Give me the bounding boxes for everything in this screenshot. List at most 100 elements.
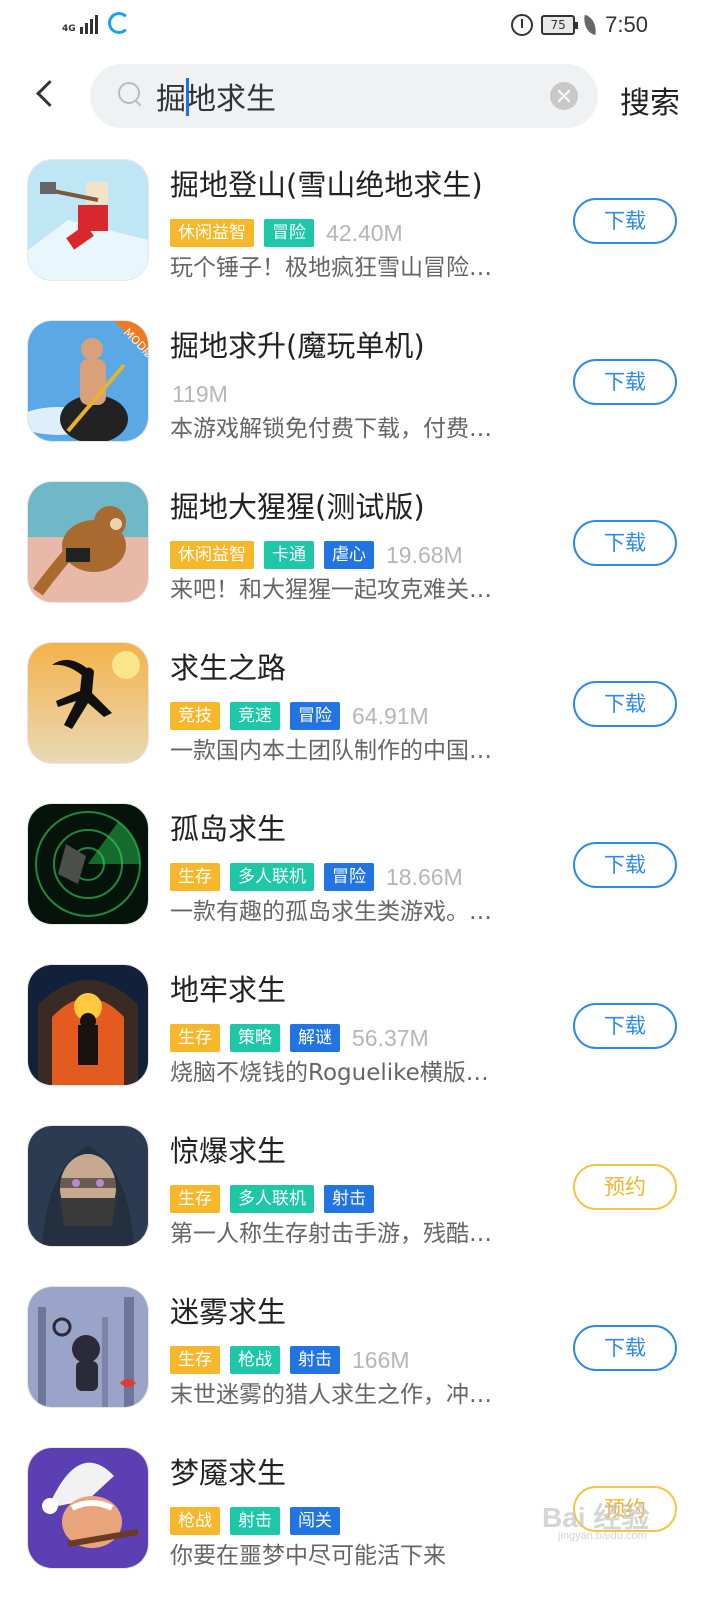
download-button[interactable]: 下载 bbox=[573, 681, 677, 727]
clear-icon[interactable] bbox=[550, 82, 578, 110]
radar-icon[interactable] bbox=[28, 804, 148, 924]
man-in-pot-icon[interactable]: MOD版 bbox=[28, 321, 148, 441]
dungeon-torch-icon[interactable] bbox=[28, 965, 148, 1085]
category-tag: 虐心 bbox=[324, 541, 374, 569]
category-tag: 冒险 bbox=[324, 863, 374, 891]
app-meta: 生存 多人联机 冒险 18.66M bbox=[170, 862, 463, 892]
search-input[interactable] bbox=[156, 74, 536, 118]
app-description: 玩个锤子！极地疯狂雪山冒险… bbox=[170, 255, 492, 281]
category-tag: 竞速 bbox=[230, 702, 280, 730]
app-description: 来吧！和大猩猩一起攻克难关… bbox=[170, 577, 492, 603]
app-description: 烧脑不烧钱的Roguelike横版… bbox=[170, 1060, 489, 1086]
app-meta: 休闲益智 冒险 42.40M bbox=[170, 218, 403, 248]
search-header: 搜索 bbox=[0, 56, 720, 136]
category-tag: 多人联机 bbox=[230, 1185, 314, 1213]
app-name[interactable]: 梦魇求生 bbox=[170, 1450, 286, 1492]
category-tag: 多人联机 bbox=[230, 863, 314, 891]
app-size: 18.66M bbox=[386, 863, 463, 890]
download-button[interactable]: 下载 bbox=[573, 1003, 677, 1049]
masked-soldier-icon[interactable] bbox=[28, 1126, 148, 1246]
gnome-wizard-icon[interactable] bbox=[28, 1448, 148, 1568]
result-item[interactable]: 求生之路竞技 竞速 冒险 64.91M 一款国内本土团队制作的中国… 下载 bbox=[0, 643, 720, 804]
category-tag: 生存 bbox=[170, 1185, 220, 1213]
app-meta: 生存 枪战 射击 166M bbox=[170, 1345, 410, 1375]
mountain-climber-icon[interactable] bbox=[28, 160, 148, 280]
download-button[interactable]: 下载 bbox=[573, 198, 677, 244]
result-item[interactable]: 地牢求生生存 策略 解谜 56.37M 烧脑不烧钱的Roguelike横版… 下载 bbox=[0, 965, 720, 1126]
app-size: 119M bbox=[172, 380, 228, 407]
search-icon bbox=[118, 82, 144, 108]
gorilla-icon[interactable] bbox=[28, 482, 148, 602]
app-size: 56.37M bbox=[352, 1024, 429, 1051]
app-size: 19.68M bbox=[386, 541, 463, 568]
category-tag: 闯关 bbox=[290, 1507, 340, 1535]
app-name[interactable]: 孤岛求生 bbox=[170, 806, 286, 848]
search-button[interactable]: 搜索 bbox=[620, 78, 680, 122]
category-tag: 卡通 bbox=[264, 541, 314, 569]
result-item[interactable]: 惊爆求生生存 多人联机 射击第一人称生存射击手游，残酷… 预约 bbox=[0, 1126, 720, 1287]
download-button[interactable]: 下载 bbox=[573, 842, 677, 888]
foggy-hunter-icon[interactable] bbox=[28, 1287, 148, 1407]
watermark-main: Bai 经验 bbox=[542, 1502, 650, 1533]
app-meta: 119M bbox=[170, 379, 228, 409]
app-meta: 竞技 竞速 冒险 64.91M bbox=[170, 701, 429, 731]
watermark: Bai 经验 jingyan.baidu.com bbox=[542, 1496, 650, 1542]
result-item[interactable]: 掘地大猩猩(测试版) 休闲益智 卡通 虐心 19.68M 来吧！和大猩猩一起攻克难关… 下载 bbox=[0, 482, 720, 643]
category-tag: 生存 bbox=[170, 1346, 220, 1374]
category-tag: 休闲益智 bbox=[170, 541, 254, 569]
network-type: 4G bbox=[62, 24, 76, 34]
search-box[interactable] bbox=[90, 64, 598, 128]
category-tag: 竞技 bbox=[170, 702, 220, 730]
download-button[interactable]: 下载 bbox=[573, 520, 677, 566]
download-button[interactable]: 下载 bbox=[573, 1325, 677, 1371]
result-item[interactable]: 孤岛求生 生存 多人联机 冒险 18.66M 一款有趣的孤岛求生类游戏。… 下载 bbox=[0, 804, 720, 965]
category-tag: 射击 bbox=[230, 1507, 280, 1535]
app-name[interactable]: 掘地登山(雪山绝地求生) bbox=[170, 162, 483, 204]
app-name[interactable]: 求生之路 bbox=[170, 645, 286, 687]
category-tag: 射击 bbox=[290, 1346, 340, 1374]
status-right: 75 7:50 bbox=[511, 12, 648, 38]
category-tag: 枪战 bbox=[170, 1507, 220, 1535]
power-saving-icon bbox=[581, 14, 599, 36]
category-tag: 射击 bbox=[324, 1185, 374, 1213]
app-description: 本游戏解锁免付费下载，付费… bbox=[170, 416, 492, 442]
watermark-sub: jingyan.baidu.com bbox=[558, 1530, 647, 1542]
app-size: 42.40M bbox=[326, 219, 403, 246]
app-meta: 生存 策略 解谜 56.37M bbox=[170, 1023, 429, 1053]
category-tag: 生存 bbox=[170, 1024, 220, 1052]
app-name[interactable]: 迷雾求生 bbox=[170, 1289, 286, 1331]
category-tag: 枪战 bbox=[230, 1346, 280, 1374]
app-description: 你要在噩梦中尽可能活下来 bbox=[170, 1543, 446, 1569]
status-bar: 4G 75 7:50 bbox=[0, 0, 720, 52]
result-list: 掘地登山(雪山绝地求生) 休闲益智 冒险 42.40M 玩个锤子！极地疯狂雪山冒险… 下载… bbox=[0, 160, 720, 1600]
app-name[interactable]: 地牢求生 bbox=[170, 967, 286, 1009]
app-name[interactable]: 惊爆求生 bbox=[170, 1128, 286, 1170]
result-item[interactable]: MOD版 掘地求升(魔玩单机) 119M 本游戏解锁免付费下载，付费… 下载 bbox=[0, 321, 720, 482]
cloud-sync-icon bbox=[108, 12, 130, 34]
category-tag: 休闲益智 bbox=[170, 219, 254, 247]
app-description: 第一人称生存射击手游，残酷… bbox=[170, 1221, 492, 1247]
result-item[interactable]: 迷雾求生生存 枪战 射击 166M 末世迷雾的猎人求生之作，冲… 下载 bbox=[0, 1287, 720, 1448]
app-meta: 枪战 射击 闯关 bbox=[170, 1506, 340, 1536]
category-tag: 冒险 bbox=[264, 219, 314, 247]
app-name[interactable]: 掘地求升(魔玩单机) bbox=[170, 323, 425, 365]
app-size: 166M bbox=[352, 1346, 410, 1373]
app-meta: 休闲益智 卡通 虐心 19.68M bbox=[170, 540, 463, 570]
result-item[interactable]: 掘地登山(雪山绝地求生) 休闲益智 冒险 42.40M 玩个锤子！极地疯狂雪山冒险… 下载 bbox=[0, 160, 720, 321]
app-description: 一款有趣的孤岛求生类游戏。… bbox=[170, 899, 492, 925]
app-description: 一款国内本土团队制作的中国… bbox=[170, 738, 492, 764]
back-button[interactable] bbox=[30, 74, 60, 114]
app-meta: 生存 多人联机 射击 bbox=[170, 1184, 374, 1214]
running-silhouette-icon[interactable] bbox=[28, 643, 148, 763]
clock: 7:50 bbox=[605, 12, 648, 37]
alarm-icon bbox=[511, 14, 534, 36]
category-tag: 解谜 bbox=[290, 1024, 340, 1052]
signal-icon bbox=[80, 12, 98, 34]
app-description: 末世迷雾的猎人求生之作，冲… bbox=[170, 1382, 492, 1408]
app-name[interactable]: 掘地大猩猩(测试版) bbox=[170, 484, 425, 526]
category-tag: 冒险 bbox=[290, 702, 340, 730]
reserve-button[interactable]: 预约 bbox=[573, 1164, 677, 1210]
category-tag: 策略 bbox=[230, 1024, 280, 1052]
download-button[interactable]: 下载 bbox=[573, 359, 677, 405]
status-left: 4G bbox=[62, 12, 130, 34]
